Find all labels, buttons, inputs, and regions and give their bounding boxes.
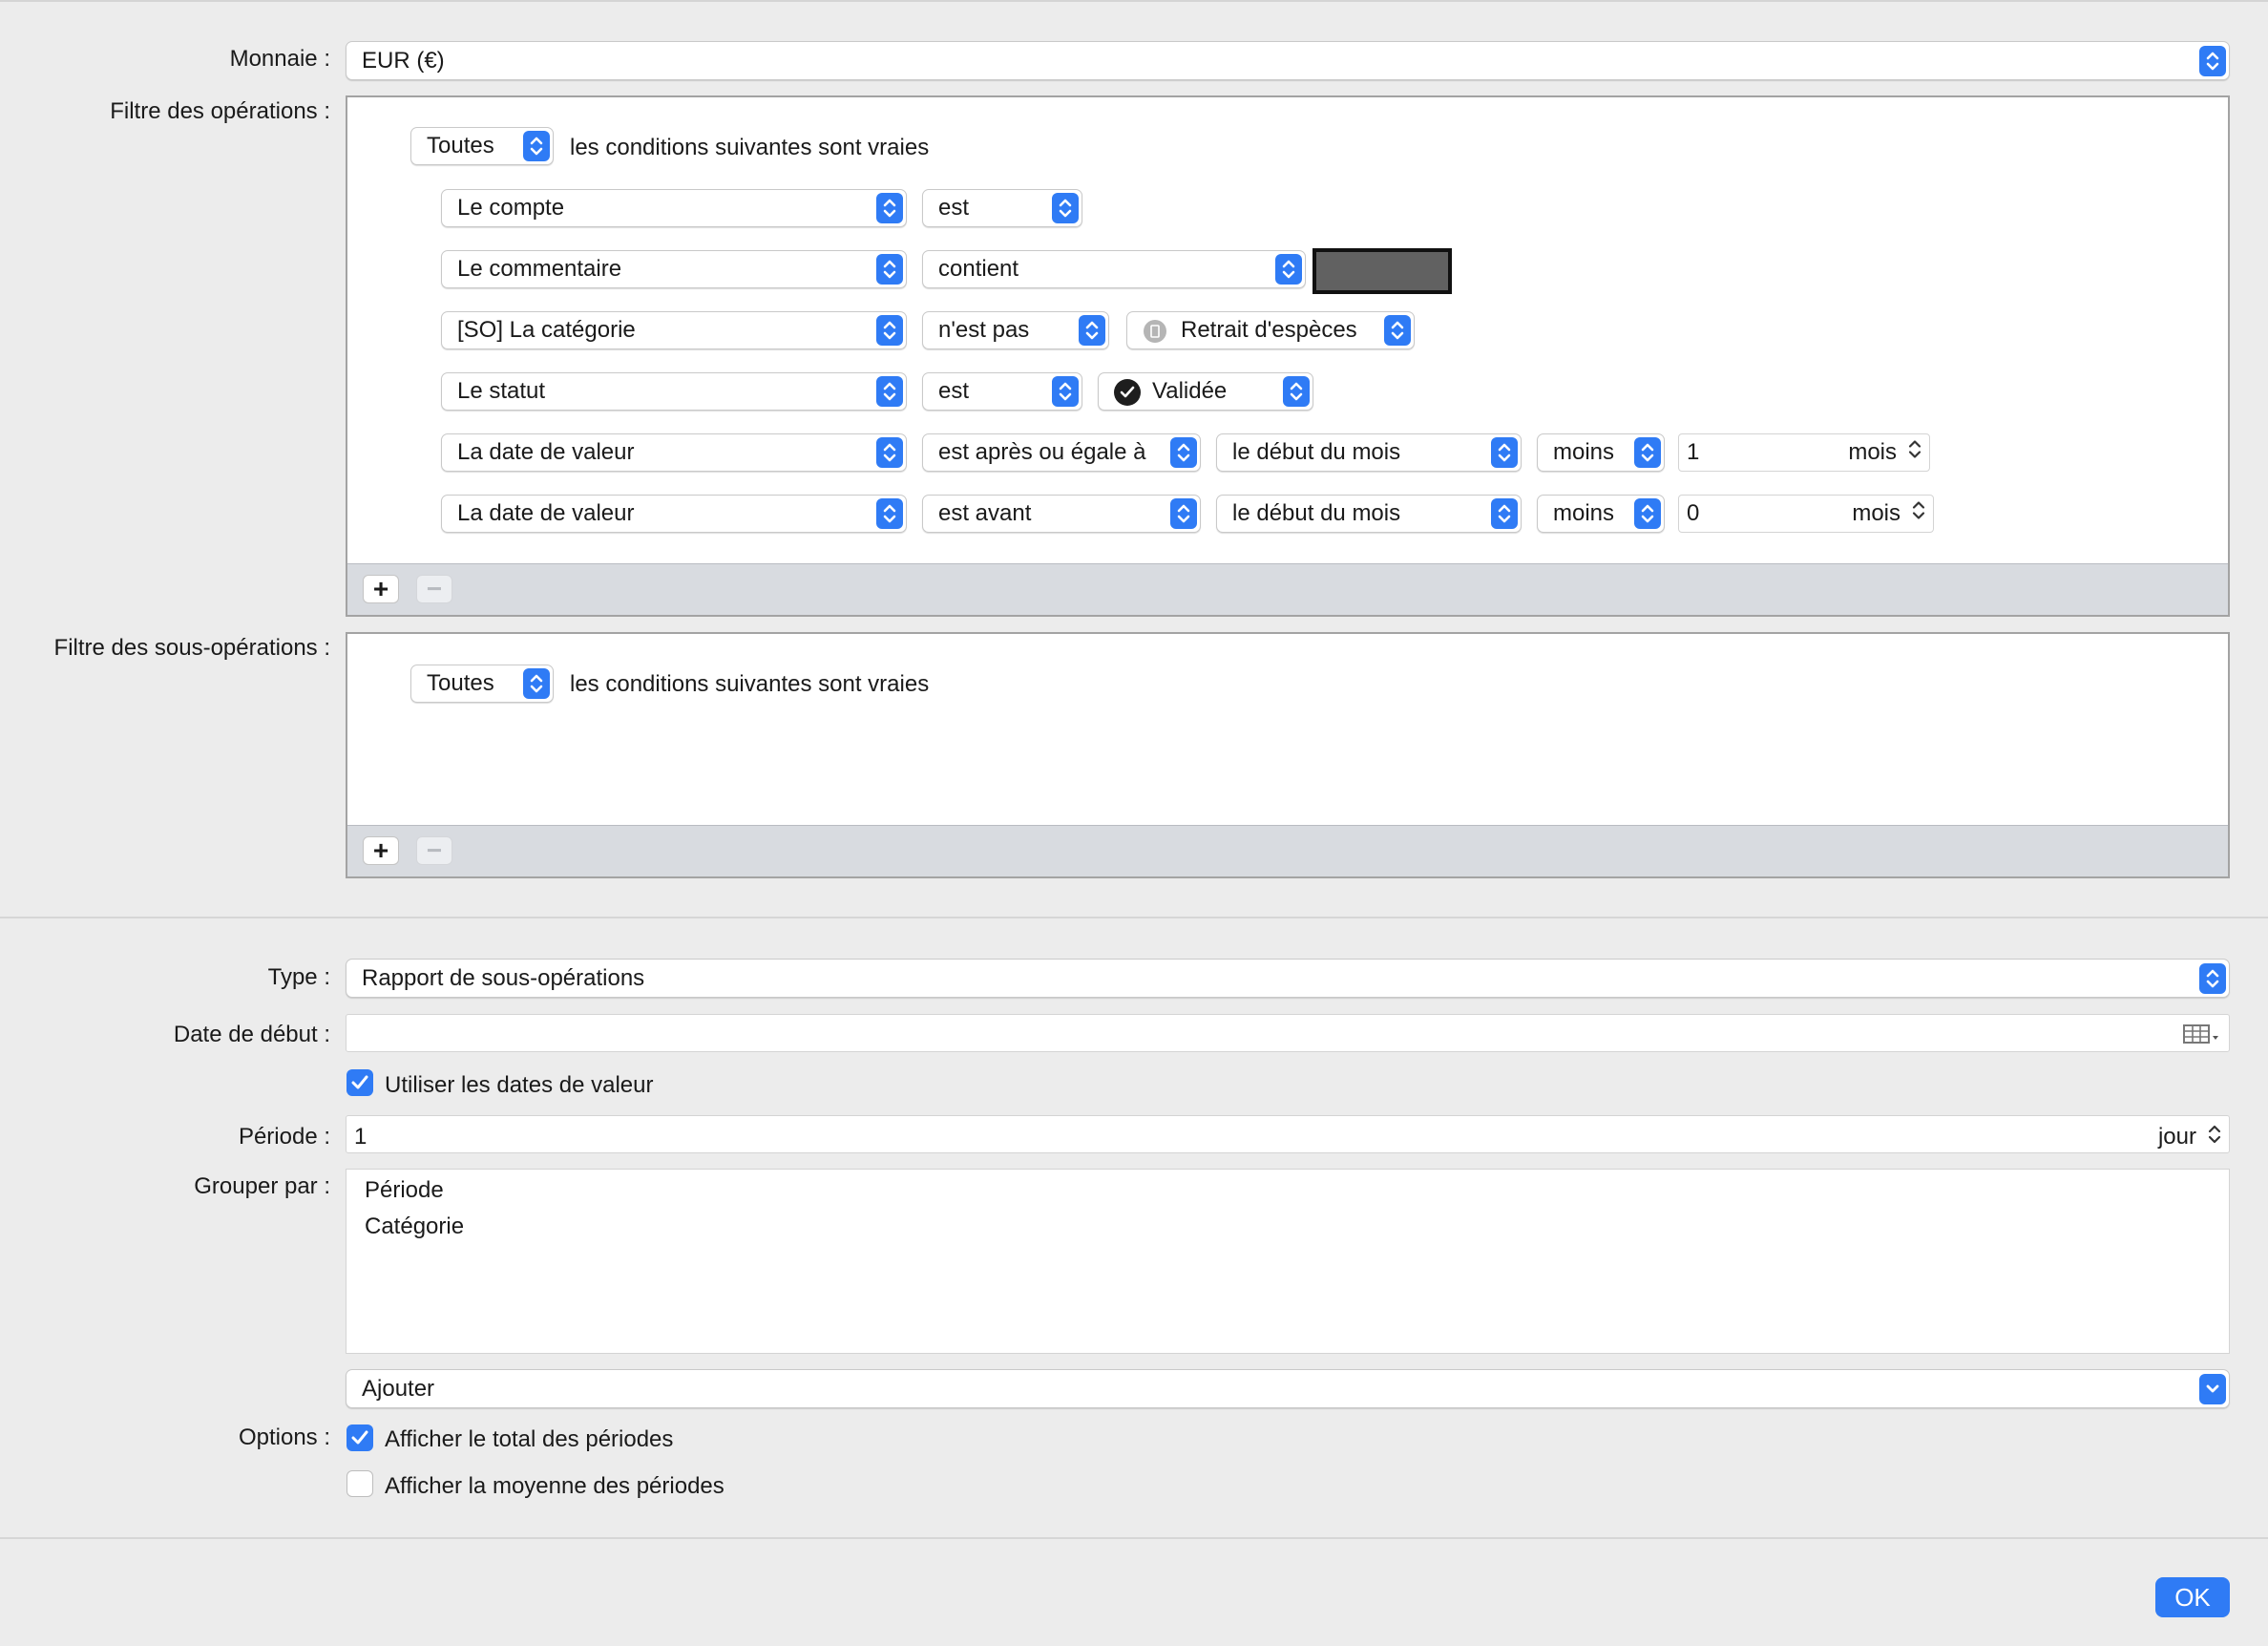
options-label: Options : bbox=[238, 1424, 330, 1450]
rule2-field-select[interactable]: Le commentaire bbox=[441, 250, 907, 288]
chevron-updown-icon bbox=[1491, 437, 1518, 468]
chevron-updown-icon bbox=[1052, 376, 1079, 407]
rule2-comment-input-redacted[interactable] bbox=[1312, 248, 1452, 294]
rule6-sign-select[interactable]: moins bbox=[1537, 495, 1665, 533]
rule3-op-select[interactable]: n'est pas bbox=[922, 311, 1109, 349]
rule1-op-select[interactable]: est bbox=[922, 189, 1082, 227]
rule4-op-select[interactable]: est bbox=[922, 372, 1082, 411]
subops-filter-box: + − bbox=[346, 632, 2230, 878]
use-value-dates-checkbox[interactable] bbox=[346, 1069, 373, 1096]
chevron-updown-icon bbox=[1170, 437, 1197, 468]
show-average-checkbox[interactable] bbox=[346, 1470, 373, 1497]
checkmark-icon bbox=[351, 1430, 368, 1445]
rule6-ref-select[interactable]: le début du mois bbox=[1216, 495, 1522, 533]
chevron-updown-icon bbox=[1079, 315, 1105, 346]
chevron-updown-icon bbox=[876, 254, 903, 285]
remove-subop-rule-button[interactable]: − bbox=[416, 836, 452, 865]
chevron-updown-icon bbox=[1634, 498, 1661, 529]
subops-match-mode-select[interactable]: Toutes bbox=[410, 665, 554, 703]
add-rule-button[interactable]: + bbox=[363, 575, 399, 603]
group-by-item[interactable]: Catégorie bbox=[365, 1213, 464, 1240]
period-input[interactable]: 1 jour bbox=[346, 1115, 2230, 1153]
chevron-down-icon bbox=[2199, 1373, 2226, 1404]
chevron-updown-icon bbox=[523, 668, 550, 699]
rule6-field-select[interactable]: La date de valeur bbox=[441, 495, 907, 533]
stepper-icon[interactable] bbox=[2208, 1124, 2221, 1151]
chevron-updown-icon bbox=[876, 498, 903, 529]
category-cash-icon bbox=[1144, 320, 1166, 343]
ok-button[interactable]: OK bbox=[2155, 1577, 2230, 1617]
chevron-updown-icon bbox=[1634, 437, 1661, 468]
remove-rule-button[interactable]: − bbox=[416, 575, 452, 603]
rule3-field-select[interactable]: [SO] La catégorie bbox=[441, 311, 907, 349]
currency-select[interactable]: EUR (€) bbox=[346, 41, 2230, 80]
subops-match-text: les conditions suivantes sont vraies bbox=[570, 671, 930, 697]
chevron-updown-icon bbox=[1384, 315, 1411, 346]
group-by-label: Grouper par : bbox=[194, 1173, 330, 1199]
chevron-updown-icon bbox=[1170, 498, 1197, 529]
start-date-input[interactable] bbox=[346, 1014, 2230, 1052]
chevron-updown-icon bbox=[1052, 193, 1079, 223]
rule5-field-select[interactable]: La date de valeur bbox=[441, 433, 907, 472]
chevron-updown-icon bbox=[876, 193, 903, 223]
period-label: Période : bbox=[238, 1124, 330, 1150]
rule5-ref-select[interactable]: le début du mois bbox=[1216, 433, 1522, 472]
footer-separator bbox=[0, 1537, 2268, 1539]
rule3-category-select[interactable]: Retrait d'espèces bbox=[1126, 311, 1415, 349]
chevron-updown-icon bbox=[876, 437, 903, 468]
rule4-field-select[interactable]: Le statut bbox=[441, 372, 907, 411]
chevron-updown-icon bbox=[876, 376, 903, 407]
rule6-op-select[interactable]: est avant bbox=[922, 495, 1201, 533]
show-total-checkbox[interactable] bbox=[346, 1424, 373, 1451]
ops-match-text: les conditions suivantes sont vraies bbox=[570, 135, 930, 160]
rule4-status-select[interactable]: Validée bbox=[1098, 372, 1313, 411]
show-total-label: Afficher le total des périodes bbox=[385, 1426, 674, 1452]
checkmark-circle-icon bbox=[1114, 379, 1141, 406]
calendar-icon[interactable] bbox=[2183, 1023, 2221, 1051]
group-by-list[interactable] bbox=[346, 1169, 2230, 1354]
chevron-updown-icon bbox=[2199, 45, 2226, 76]
ops-filter-box: + − bbox=[346, 95, 2230, 617]
rule6-amount-input[interactable]: 0 mois bbox=[1678, 495, 1934, 533]
show-average-label: Afficher la moyenne des périodes bbox=[385, 1473, 724, 1499]
group-by-item[interactable]: Période bbox=[365, 1177, 444, 1204]
ops-match-mode-select[interactable]: Toutes bbox=[410, 127, 554, 165]
rule1-field-select[interactable]: Le compte bbox=[441, 189, 907, 227]
type-label: Type : bbox=[267, 964, 330, 990]
ops-filter-footer: + − bbox=[347, 563, 2228, 615]
chevron-updown-icon bbox=[2199, 962, 2226, 994]
stepper-icon[interactable] bbox=[1908, 439, 1922, 467]
stepper-icon[interactable] bbox=[1912, 500, 1925, 528]
rule2-op-select[interactable]: contient bbox=[922, 250, 1306, 288]
section-separator bbox=[0, 917, 2268, 918]
rule5-amount-input[interactable]: 1 mois bbox=[1678, 433, 1930, 472]
top-border bbox=[0, 0, 2268, 2]
chevron-updown-icon bbox=[1275, 254, 1302, 285]
start-date-label: Date de début : bbox=[173, 1022, 330, 1047]
currency-label: Monnaie : bbox=[229, 46, 330, 72]
checkmark-icon bbox=[351, 1075, 368, 1089]
add-group-select[interactable]: Ajouter bbox=[346, 1369, 2230, 1408]
chevron-updown-icon bbox=[1491, 498, 1518, 529]
use-value-dates-label: Utiliser les dates de valeur bbox=[385, 1072, 654, 1098]
ops-filter-label: Filtre des opérations : bbox=[110, 98, 330, 124]
chevron-updown-icon bbox=[523, 131, 550, 161]
rule5-op-select[interactable]: est après ou égale à bbox=[922, 433, 1201, 472]
chevron-updown-icon bbox=[876, 315, 903, 346]
subops-filter-label: Filtre des sous-opérations : bbox=[53, 635, 330, 661]
type-select[interactable]: Rapport de sous-opérations bbox=[346, 959, 2230, 998]
add-subop-rule-button[interactable]: + bbox=[363, 836, 399, 865]
rule5-sign-select[interactable]: moins bbox=[1537, 433, 1665, 472]
subops-filter-footer: + − bbox=[347, 825, 2228, 876]
chevron-updown-icon bbox=[1283, 376, 1310, 407]
